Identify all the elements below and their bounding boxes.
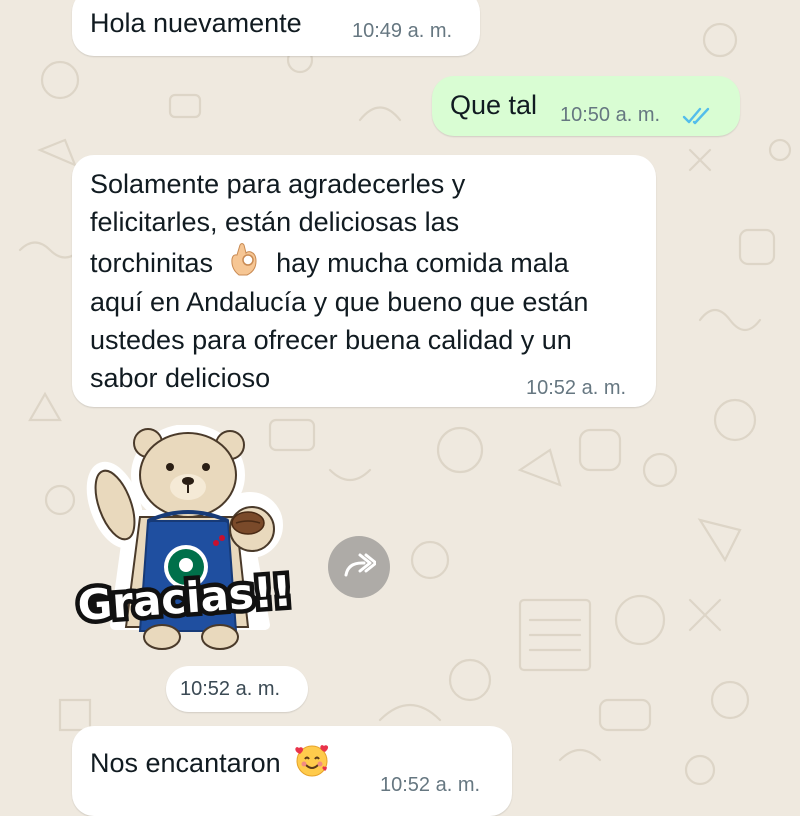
message-timestamp: 10:52 a. m.	[526, 377, 627, 399]
message-line: felicitarles, están deliciosas las	[90, 207, 460, 237]
message-line: sabor delicioso	[90, 363, 271, 393]
sticker-message[interactable]: Gracias!!	[70, 424, 320, 665]
message-line: torchinitas hay mucha comida mala	[90, 243, 569, 287]
message-timestamp: 10:52 a. m.	[380, 774, 481, 796]
message-text: Nos encantaron	[90, 748, 281, 779]
message-timestamp: 10:50 a. m.	[560, 104, 661, 126]
forward-button[interactable]	[328, 536, 390, 598]
smiling-face-with-hearts-emoji	[294, 742, 330, 788]
message-line: Solamente para agradecerles y	[90, 169, 466, 199]
incoming-message-bubble[interactable]: Hola nuevamente 10:49 a. m.	[72, 0, 480, 56]
message-text: Que tal	[450, 90, 538, 120]
double-check-icon	[682, 106, 714, 131]
message-fragment: torchinitas	[90, 248, 214, 279]
bear-sticker-image: Gracias!!	[72, 424, 298, 650]
message-line: Nos encantaron	[90, 742, 330, 788]
message-line: ustedes para ofrecer buena calidad y un	[90, 325, 572, 355]
outgoing-message-bubble[interactable]: Que tal 10:50 a. m.	[432, 76, 740, 136]
incoming-message-bubble[interactable]: Nos encantaron 10:52 a. m.	[72, 726, 512, 816]
message-text: Hola nuevamente	[90, 8, 302, 38]
message-line: aquí en Andalucía y que bueno que están	[90, 287, 589, 317]
ok-hand-emoji	[229, 243, 261, 287]
incoming-message-bubble[interactable]: Solamente para agradecerles y felicitarl…	[72, 155, 656, 407]
message-fragment: hay mucha comida mala	[276, 248, 569, 279]
forward-icon	[342, 551, 378, 584]
message-timestamp: 10:49 a. m.	[352, 20, 453, 42]
sticker-timestamp-pill: 10:52 a. m.	[166, 666, 308, 712]
message-timestamp: 10:52 a. m.	[180, 678, 281, 700]
